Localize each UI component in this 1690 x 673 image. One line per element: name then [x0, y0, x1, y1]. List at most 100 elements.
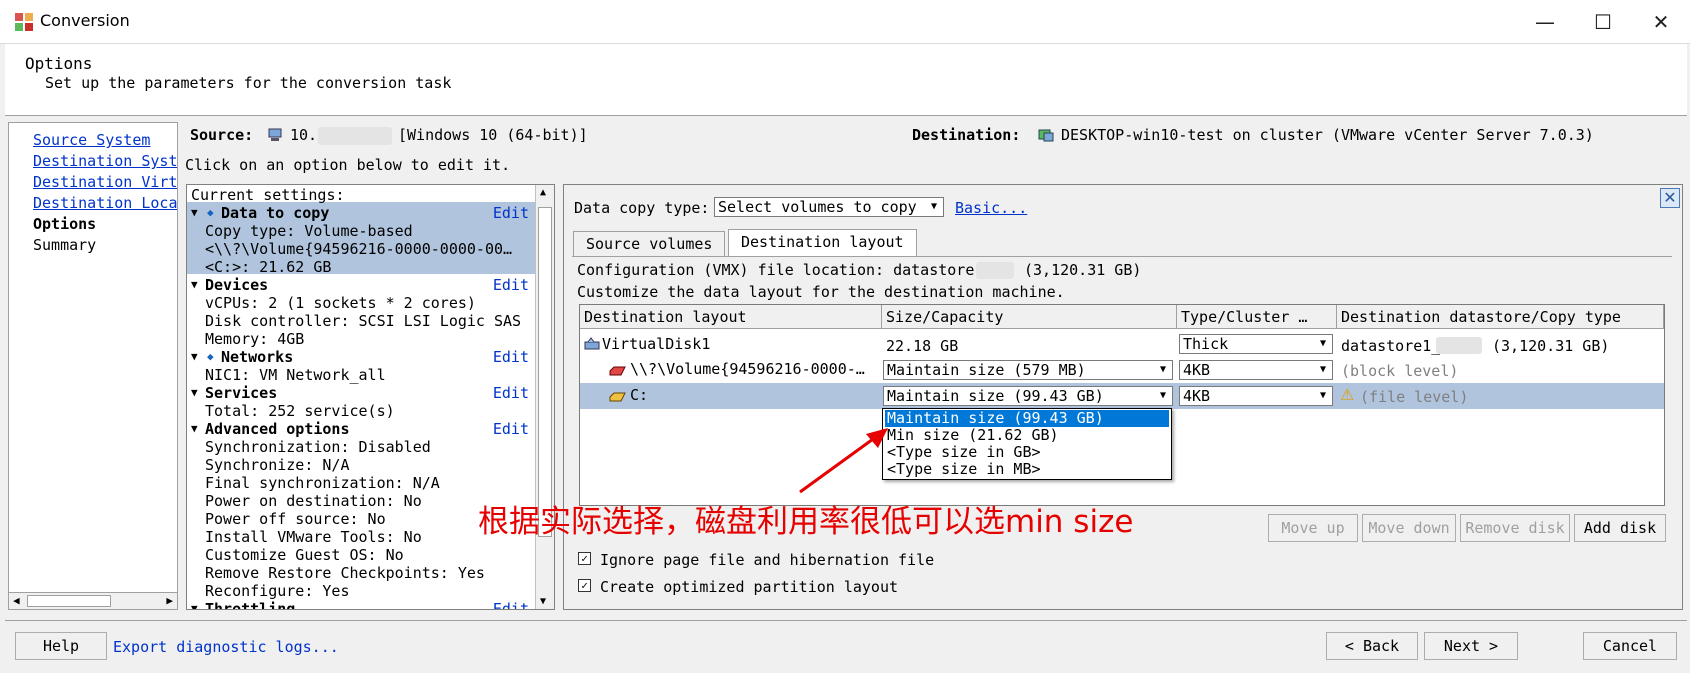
scroll-thumb[interactable] — [538, 207, 552, 537]
title-bar: Conversion — ☐ ✕ — [0, 0, 1690, 44]
scroll-left-icon[interactable]: ◀ — [13, 593, 20, 609]
devices-section[interactable]: ▼ Devices Edit — [187, 276, 535, 294]
data-to-copy-section[interactable]: ▼ ◆ Data to copy Edit — [187, 204, 535, 222]
edit-throttling-link[interactable]: Edit — [493, 600, 529, 609]
expand-triangle-icon[interactable]: ▼ — [191, 204, 198, 222]
annotation-arrow — [799, 428, 888, 494]
settings-header: Current settings: — [191, 186, 345, 204]
column-header-size[interactable]: Size/Capacity — [882, 305, 1177, 329]
table-row-selected[interactable]: C: Maintain size (99.43 GB) ▼ 4KB ▼ ⚠ (fil… — [580, 383, 1664, 409]
vmx-location: Configuration (VMX) file location: datas… — [577, 261, 993, 279]
diamond-icon: ◆ — [207, 206, 214, 219]
size-select[interactable]: Maintain size (579 MB) ▼ — [883, 360, 1173, 380]
expand-triangle-icon[interactable]: ▼ — [191, 384, 198, 402]
dropdown-option-mb[interactable]: <Type size in MB> — [885, 461, 1169, 478]
advanced-options-section[interactable]: ▼ Advanced options Edit — [187, 420, 535, 438]
maximize-button[interactable]: ☐ — [1574, 0, 1632, 44]
back-button[interactable]: < Back — [1326, 632, 1418, 660]
edit-instruction: Click on an option below to edit it. — [185, 156, 511, 174]
warning-icon: ⚠ — [1340, 385, 1355, 404]
window-title: Conversion — [40, 11, 130, 30]
edit-advanced-options-link[interactable]: Edit — [493, 420, 529, 438]
cancel-button[interactable]: Cancel — [1583, 632, 1677, 660]
page-title: Options — [25, 54, 93, 73]
throttling-section[interactable]: ▼ Throttling Edit — [187, 600, 535, 609]
destination-label: Destination: — [912, 126, 1021, 144]
wizard-steps-nav: Source System Destination System Destina… — [8, 122, 178, 610]
nav-destination-system[interactable]: Destination System — [33, 152, 177, 170]
edit-services-link[interactable]: Edit — [493, 384, 529, 402]
move-up-button[interactable]: Move up — [1268, 514, 1358, 542]
services-section[interactable]: ▼ Services Edit — [187, 384, 535, 402]
chevron-down-icon: ▼ — [930, 201, 938, 212]
dropdown-option-maintain[interactable]: Maintain size (99.43 GB) — [885, 410, 1169, 427]
disk-type-select[interactable]: Thick ▼ — [1179, 334, 1333, 354]
destination-value: DESKTOP-win10-test on cluster (VMware vC… — [1061, 126, 1594, 144]
nav-destination-vm[interactable]: Destination Virtual Machine — [33, 173, 177, 191]
expand-triangle-icon[interactable]: ▼ — [191, 420, 198, 438]
customize-text: Customize the data layout for the destin… — [577, 283, 1065, 301]
redacted-region — [976, 262, 1014, 279]
vmx-capacity: (3,120.31 GB) — [1024, 261, 1142, 279]
chevron-down-icon: ▼ — [1319, 364, 1327, 375]
close-panel-icon[interactable]: ✕ — [1660, 188, 1680, 208]
scroll-right-icon[interactable]: ▶ — [166, 593, 173, 609]
cluster-size-select[interactable]: 4KB ▼ — [1179, 360, 1333, 380]
nav-destination-location[interactable]: Destination Location — [33, 194, 177, 212]
edit-networks-link[interactable]: Edit — [493, 348, 529, 366]
help-button[interactable]: Help — [15, 632, 107, 660]
chevron-down-icon: ▼ — [1319, 338, 1327, 349]
computer-icon — [268, 128, 282, 141]
remove-disk-button[interactable]: Remove disk — [1460, 514, 1570, 542]
scroll-down-icon[interactable]: ▼ — [540, 596, 546, 607]
ignore-pagefile-checkbox[interactable]: ✓ — [578, 552, 591, 565]
move-down-button[interactable]: Move down — [1362, 514, 1456, 542]
tab-divider — [572, 256, 1672, 257]
table-row[interactable]: VirtualDisk1 22.18 GB Thick ▼ datastore1_… — [580, 331, 1664, 357]
tab-destination-layout[interactable]: Destination layout — [728, 229, 917, 257]
basic-link[interactable]: Basic... — [955, 199, 1027, 217]
size-select-open[interactable]: Maintain size (99.43 GB) ▼ — [883, 386, 1173, 406]
column-header-type[interactable]: Type/Cluster … — [1177, 305, 1337, 329]
cluster-size-select[interactable]: 4KB ▼ — [1179, 386, 1333, 406]
nav-source-system[interactable]: Source System — [33, 131, 150, 149]
dropdown-option-gb[interactable]: <Type size in GB> — [885, 444, 1169, 461]
nav-summary[interactable]: Summary — [33, 236, 96, 254]
data-copy-type-select[interactable]: Select volumes to copy ▼ — [714, 197, 944, 217]
minimize-button[interactable]: — — [1516, 0, 1574, 44]
tab-source-volumes[interactable]: Source volumes — [573, 231, 726, 256]
current-settings-panel: Current settings: ▼ ◆ Data to copy Edit … — [186, 184, 555, 610]
optimized-partition-checkbox[interactable]: ✓ — [578, 579, 591, 592]
page-subtitle: Set up the parameters for the conversion… — [45, 74, 452, 92]
dropdown-option-min[interactable]: Min size (21.62 GB) — [885, 427, 1169, 444]
export-logs-link[interactable]: Export diagnostic logs... — [113, 638, 339, 656]
add-disk-button[interactable]: Add disk — [1574, 514, 1666, 542]
nav-horizontal-scrollbar[interactable]: ◀ ▶ — [8, 592, 178, 610]
next-button[interactable]: Next > — [1424, 632, 1518, 660]
scroll-thumb[interactable] — [27, 595, 111, 607]
scroll-up-icon[interactable]: ▲ — [540, 187, 546, 198]
source-os: [Windows 10 (64-bit)] — [398, 126, 588, 144]
edit-devices-link[interactable]: Edit — [493, 276, 529, 294]
redacted-region — [1436, 337, 1482, 354]
volume-icon — [609, 392, 626, 402]
redacted-region — [318, 127, 392, 145]
volume-icon — [609, 366, 626, 376]
expand-triangle-icon[interactable]: ▼ — [191, 276, 198, 294]
diamond-icon: ◆ — [207, 350, 214, 363]
close-button[interactable]: ✕ — [1632, 0, 1690, 44]
chevron-down-icon: ▼ — [1319, 390, 1327, 401]
column-header-layout[interactable]: Destination layout — [580, 305, 882, 329]
edit-data-to-copy-link[interactable]: Edit — [493, 204, 529, 222]
expand-triangle-icon[interactable]: ▼ — [191, 600, 198, 609]
chevron-down-icon: ▼ — [1159, 364, 1167, 375]
nav-options[interactable]: Options — [33, 215, 96, 233]
page-header: Options Set up the parameters for the co… — [5, 44, 1687, 116]
data-copy-type-label: Data copy type: — [574, 199, 710, 217]
optimized-partition-label: Create optimized partition layout — [600, 578, 899, 596]
table-row[interactable]: \\?\Volume{94596216-0000-… Maintain size… — [580, 357, 1664, 383]
networks-section[interactable]: ▼ ◆ Networks Edit — [187, 348, 535, 366]
settings-vertical-scrollbar[interactable]: ▲ ▼ — [535, 185, 554, 609]
expand-triangle-icon[interactable]: ▼ — [191, 348, 198, 366]
column-header-datastore[interactable]: Destination datastore/Copy type — [1337, 305, 1664, 329]
